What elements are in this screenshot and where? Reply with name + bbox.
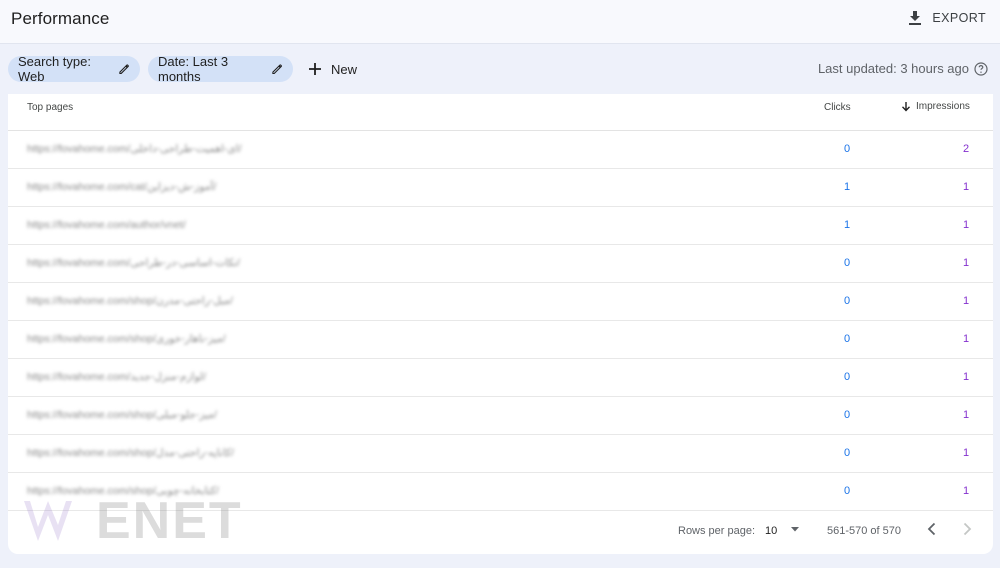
clicks-value: 0	[844, 409, 851, 421]
top-bar: Performance EXPORT	[0, 0, 1000, 44]
impressions-value: 1	[963, 447, 970, 459]
clicks-value: 1	[844, 181, 851, 193]
page-range: 561-570 of 570	[827, 525, 902, 537]
page-url[interactable]: https://fovahome.com/shop/کتابخانه-چوبی/	[27, 485, 219, 497]
table-row[interactable]: https://fovahome.com/shop/مبل-راحتی-مدرن…	[8, 283, 993, 321]
page-url[interactable]: https://fovahome.com/shop/میز-جلو-مبلی/	[27, 409, 217, 421]
search-type-label: Search type: Web	[18, 54, 91, 84]
table-row[interactable]: https://fovahome.com/نکات-اساسی-در-طراحی…	[8, 245, 993, 283]
table-row[interactable]: https://fovahome.com/shop/کاناپه-راحتی-م…	[8, 435, 993, 473]
export-button[interactable]: EXPORT	[908, 8, 986, 28]
new-label: New	[331, 61, 358, 77]
table-row[interactable]: https://fovahome.com/cat/آموز-ش-دیزاین/ …	[8, 169, 993, 207]
export-label: EXPORT	[932, 11, 986, 25]
chevron-right-icon[interactable]	[960, 521, 974, 537]
search-type-chip[interactable]: Search type: Web	[8, 54, 140, 84]
help-icon[interactable]	[974, 61, 988, 76]
page-title: Performance	[11, 9, 110, 28]
column-header-pages[interactable]: Top pages	[27, 102, 73, 113]
last-updated: Last updated: 3 hours ago	[818, 61, 988, 76]
table-header: Top pages Clicks Impressions	[8, 94, 993, 131]
rows-per-page-label: Rows per page:	[678, 525, 756, 537]
download-icon	[909, 11, 922, 25]
clicks-value: 0	[844, 485, 851, 497]
clicks-value: 0	[844, 333, 851, 345]
date-chip[interactable]: Date: Last 3 months	[148, 54, 293, 84]
clicks-value: 0	[844, 143, 851, 155]
impressions-value: 1	[963, 257, 970, 269]
table-row[interactable]: https://fovahome.com/shop/میز-ناهار-خوری…	[8, 321, 993, 359]
dropdown-arrow-icon[interactable]	[788, 522, 802, 536]
top-pages-table: Top pages Clicks Impressions https://fov…	[8, 94, 993, 554]
clicks-value: 0	[844, 447, 851, 459]
table-row[interactable]: https://fovahome.com/لوازم-منزل-جدید/ 0 …	[8, 359, 993, 397]
page-url[interactable]: https://fovahome.com/shop/میز-ناهار-خوری…	[27, 333, 226, 345]
impressions-value: 1	[963, 295, 970, 307]
page-url[interactable]: https://fovahome.com/author/vnet/	[27, 219, 186, 231]
filter-bar: Search type: Web Date: Last 3 months New…	[0, 44, 1000, 94]
edit-icon	[272, 64, 283, 75]
impressions-value: 1	[963, 409, 970, 421]
chevron-left-icon[interactable]	[925, 521, 939, 537]
page-url[interactable]: https://fovahome.com/ای-اهمیت-طراحی-داخل…	[27, 143, 242, 155]
impressions-value: 1	[963, 371, 970, 383]
last-updated-text: Last updated: 3 hours ago	[817, 61, 969, 76]
plus-icon	[309, 63, 321, 75]
impressions-value: 1	[963, 333, 970, 345]
clicks-value: 1	[844, 219, 851, 231]
pagination: Rows per page: 10 561-570 of 570	[8, 514, 993, 550]
edit-icon	[119, 64, 130, 74]
arrow-down-icon	[901, 102, 911, 112]
impressions-value: 2	[963, 143, 970, 155]
page-url[interactable]: https://fovahome.com/cat/آموز-ش-دیزاین/	[27, 181, 216, 193]
clicks-value: 0	[844, 257, 851, 269]
table-row[interactable]: https://fovahome.com/shop/کتابخانه-چوبی/…	[8, 473, 993, 511]
table-row[interactable]: https://fovahome.com/ای-اهمیت-طراحی-داخل…	[8, 131, 993, 169]
table-row[interactable]: https://fovahome.com/shop/میز-جلو-مبلی/ …	[8, 397, 993, 435]
page-url[interactable]: https://fovahome.com/لوازم-منزل-جدید/	[27, 371, 206, 383]
column-header-impressions[interactable]: Impressions	[901, 101, 970, 112]
rows-per-page-select[interactable]: 10	[765, 525, 777, 537]
impressions-label: Impressions	[916, 101, 970, 112]
impressions-value: 1	[963, 181, 970, 193]
clicks-value: 0	[844, 371, 851, 383]
clicks-value: 0	[844, 295, 851, 307]
page-url[interactable]: https://fovahome.com/نکات-اساسی-در-طراحی…	[27, 257, 240, 269]
page-url[interactable]: https://fovahome.com/shop/کاناپه-راحتی-م…	[27, 447, 234, 459]
impressions-value: 1	[963, 485, 970, 497]
page-url[interactable]: https://fovahome.com/shop/مبل-راحتی-مدرن…	[27, 295, 233, 307]
new-filter-button[interactable]: New	[308, 58, 357, 80]
impressions-value: 1	[963, 219, 970, 231]
table-row[interactable]: https://fovahome.com/author/vnet/ 1 1	[8, 207, 993, 245]
column-header-clicks[interactable]: Clicks	[824, 102, 851, 113]
date-label: Date: Last 3 months	[158, 54, 229, 84]
